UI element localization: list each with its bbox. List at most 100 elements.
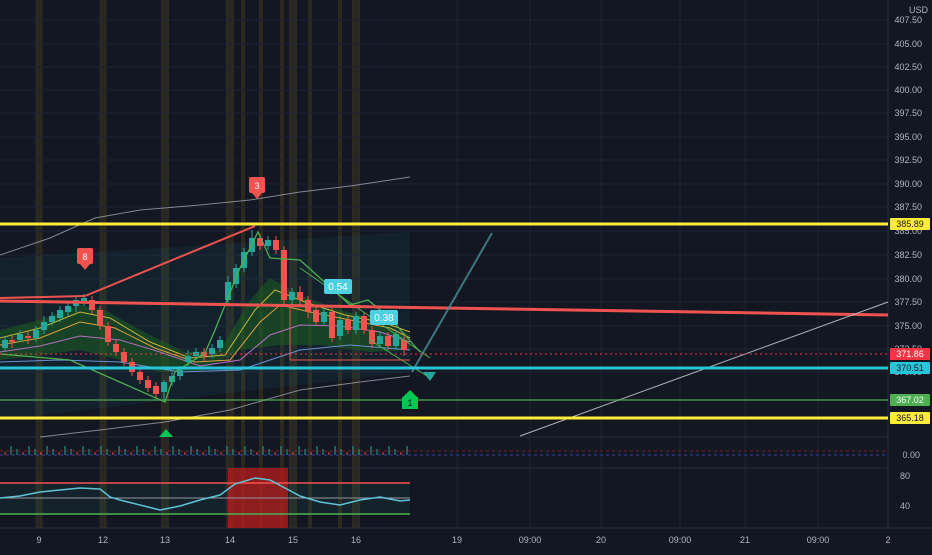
volume-bar: [4, 452, 6, 455]
volume-bar: [322, 449, 324, 455]
svg-text:0.54: 0.54: [328, 282, 348, 293]
time-tick-label: 9: [36, 535, 41, 545]
time-tick-label: 14: [225, 535, 235, 545]
volume-bar: [364, 452, 366, 455]
volume-bar: [388, 446, 390, 455]
volume-bar: [28, 446, 30, 455]
price-tick-label: 375.00: [894, 321, 922, 331]
volume-bar: [148, 452, 150, 455]
time-tick-label: 13: [160, 535, 170, 545]
volume-bar: [124, 449, 126, 455]
price-tick-label: 405.00: [894, 39, 922, 49]
volume-bar: [340, 449, 342, 455]
volume-bar: [328, 452, 330, 455]
price-tick-label: 402.50: [894, 62, 922, 72]
volume-bar: [358, 449, 360, 455]
marker-label: 8: [82, 252, 87, 262]
volume-bar: [310, 452, 312, 455]
price-tag: 371.86: [890, 348, 930, 360]
pane2-tick: 80: [900, 471, 910, 481]
volume-bar: [16, 449, 18, 455]
time-tick-label: 16: [351, 535, 361, 545]
price-tag-label: 370.51: [896, 363, 924, 373]
price-tick-label: 407.50: [894, 15, 922, 25]
volume-bar: [316, 446, 318, 455]
volume-bar: [286, 449, 288, 455]
price-tick-label: 377.50: [894, 297, 922, 307]
fib-label: 0.38: [370, 310, 398, 325]
volume-bar: [172, 446, 174, 455]
volume-bar: [376, 449, 378, 455]
volume-bar: [214, 449, 216, 455]
price-tag-label: 367.02: [896, 395, 924, 405]
price-tag: 367.02: [890, 394, 930, 406]
volume-bar: [304, 449, 306, 455]
price-tick-label: 392.50: [894, 155, 922, 165]
price-tag-label: 371.86: [896, 349, 924, 359]
volume-bar: [154, 446, 156, 455]
volume-bar: [136, 446, 138, 455]
marker-label: 1: [407, 398, 412, 408]
volume-bar: [10, 446, 12, 455]
time-tick-label: 19: [452, 535, 462, 545]
volume-bar: [406, 446, 408, 455]
price-tag: 365.18: [890, 412, 930, 424]
svg-text:0.38: 0.38: [374, 313, 394, 324]
time-tick-label: 2: [885, 535, 890, 545]
volume-bar: [88, 449, 90, 455]
price-tick-label: 400.00: [894, 85, 922, 95]
volume-bar: [22, 452, 24, 455]
price-tick-label: 387.50: [894, 202, 922, 212]
volume-bar: [64, 446, 66, 455]
volume-bar: [196, 449, 198, 455]
chart-canvas[interactable]: 8 3 1 0.54 0.38 407.50405.00402.50400.00…: [0, 0, 932, 550]
pane1-tick: 0.00: [902, 450, 920, 460]
price-tick-label: 395.00: [894, 132, 922, 142]
volume-bar: [274, 452, 276, 455]
volume-bar: [382, 452, 384, 455]
volume-bar: [70, 449, 72, 455]
volume-bar: [400, 452, 402, 455]
price-tag: 370.51: [890, 362, 930, 374]
volume-bar: [112, 452, 114, 455]
volume-bar: [40, 452, 42, 455]
volume-bar: [394, 449, 396, 455]
price-tag-label: 385.89: [896, 219, 924, 229]
time-tick-label: 15: [288, 535, 298, 545]
volume-bar: [244, 446, 246, 455]
trading-chart[interactable]: 8 3 1 0.54 0.38 407.50 405.00 402.50 400.00…: [0, 0, 932, 550]
volume-bar: [268, 449, 270, 455]
volume-bar: [226, 446, 228, 455]
volume-bar: [76, 452, 78, 455]
volume-bar: [262, 446, 264, 455]
volume-bar: [292, 452, 294, 455]
volume-bar: [178, 449, 180, 455]
volume-bar: [52, 449, 54, 455]
time-tick-label: 20: [596, 535, 606, 545]
price-tag: 385.89: [890, 218, 930, 230]
volume-bar: [82, 446, 84, 455]
price-tick-label: 382.50: [894, 250, 922, 260]
price-tick-label: 380.00: [894, 274, 922, 284]
volume-bar: [184, 452, 186, 455]
volume-bar: [106, 449, 108, 455]
volume-bar: [202, 452, 204, 455]
volume-bar: [352, 446, 354, 455]
volume-bar: [190, 446, 192, 455]
volume-bar: [220, 452, 222, 455]
time-tick-label: 09:00: [807, 535, 830, 545]
volume-bar: [346, 452, 348, 455]
volume-bar: [160, 449, 162, 455]
currency-label: USD: [909, 5, 929, 15]
volume-bar: [34, 449, 36, 455]
volume-bar: [100, 446, 102, 455]
volume-bar: [370, 446, 372, 455]
pane2-tick: 40: [900, 501, 910, 511]
volume-bar: [334, 446, 336, 455]
volume-bar: [118, 446, 120, 455]
time-tick-label: 12: [98, 535, 108, 545]
volume-bar: [94, 452, 96, 455]
volume-bar: [46, 446, 48, 455]
volume-bar: [166, 452, 168, 455]
volume-bar: [232, 449, 234, 455]
